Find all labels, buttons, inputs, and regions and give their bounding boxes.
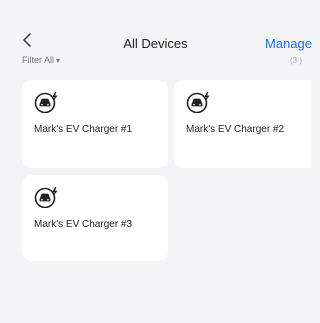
device-card-3[interactable]: Mark's EV Charger #3	[22, 175, 168, 261]
ev-charger-car-icon	[34, 92, 58, 113]
ev-charger-car-icon	[34, 187, 58, 208]
caret-down-icon: ▾	[56, 55, 61, 65]
device-count: (3 )	[290, 56, 302, 65]
ev-charger-car-icon	[186, 92, 210, 113]
filter-dropdown[interactable]: Filter All ▾	[22, 55, 60, 65]
device-card-2[interactable]: Mark's EV Charger #2	[174, 80, 311, 168]
device-name: Mark's EV Charger #3	[34, 219, 133, 230]
filter-label: Filter All	[22, 55, 55, 65]
manage-button[interactable]: Manage	[265, 36, 312, 51]
header: All Devices Manage	[0, 0, 312, 51]
device-name: Mark's EV Charger #2	[186, 124, 285, 135]
device-name: Mark's EV Charger #1	[34, 124, 133, 135]
device-card-1[interactable]: Mark's EV Charger #1	[22, 80, 168, 168]
